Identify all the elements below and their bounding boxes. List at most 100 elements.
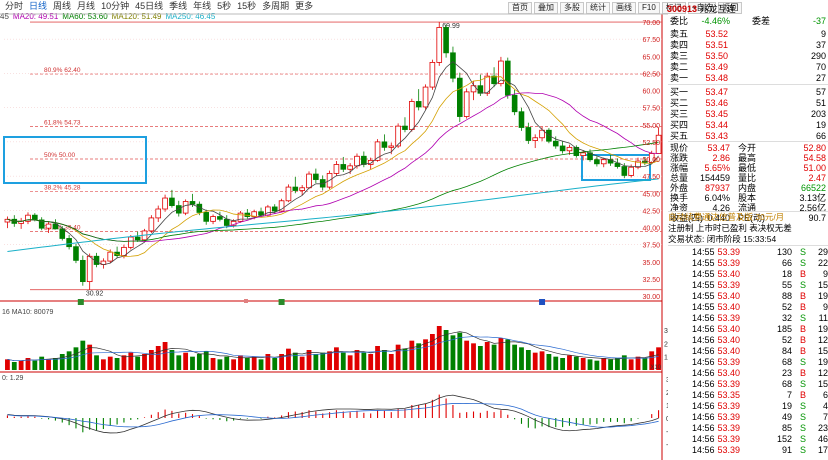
trade-status: 交易状态: 闭市阶段 15:33:54 (668, 234, 777, 244)
tick-cell: 6 (822, 390, 828, 400)
event-marker (244, 299, 248, 303)
info-text: 注册制 上市时已盈利 表决权无差 (668, 223, 792, 233)
volume-bar (340, 352, 346, 370)
volume-bar (258, 359, 264, 370)
tick-cell: S (800, 412, 807, 422)
tick-row: 14:56 53.39 91 S 17 (692, 445, 828, 456)
ma-line (7, 76, 659, 257)
volume-bar (477, 346, 483, 370)
bid-price: 53.46 (705, 98, 728, 108)
volume-bar (491, 344, 497, 370)
tick-cell: S (800, 423, 807, 433)
ask-price: 53.48 (705, 73, 728, 83)
price-tick: 70.00 (642, 20, 660, 27)
volume-ma10 (7, 336, 659, 362)
tick-row: 14:56 53.40 52 B 12 (692, 335, 828, 346)
ask-volume: 37 (815, 40, 826, 50)
volume-bar (66, 351, 72, 370)
promo-row: 自动续费通达信普及版 30元/月 (668, 212, 828, 223)
volume-bar (388, 354, 394, 370)
divider (668, 84, 828, 85)
tick-cell: B (800, 368, 807, 378)
candle (504, 60, 511, 96)
tick-cell: 15 (817, 379, 828, 389)
volume-bar (272, 358, 278, 370)
volume-bar (471, 343, 476, 370)
tick-cell: B (800, 390, 807, 400)
tick-cell: 53.39 (717, 247, 740, 257)
tick-cell: 52 (781, 302, 792, 312)
volume-bar (5, 359, 10, 370)
tick-cell: 53.39 (717, 379, 740, 389)
volume-bar (567, 355, 572, 370)
volume-bar (107, 356, 113, 370)
candle (182, 201, 189, 214)
event-marker (539, 299, 546, 305)
tick-cell: 68 (781, 357, 792, 367)
candle (354, 155, 360, 167)
tick-cell: S (800, 379, 807, 389)
tick-cell: 14:56 (692, 423, 715, 433)
low-label: 30.92 (86, 291, 104, 298)
tick-cell: 22 (817, 258, 828, 268)
volume-bar (382, 350, 387, 370)
tick-cell: 130 (776, 247, 792, 257)
tick-cell: 53.39 (717, 423, 740, 433)
tick-row: 14:55 53.40 52 B 9 (692, 302, 828, 313)
tick-cell: 53.40 (717, 346, 740, 356)
tick-cell: 91 (781, 445, 792, 455)
stock-code: 300913 (667, 4, 698, 14)
candle (532, 137, 538, 141)
volume-bar (395, 344, 401, 370)
tick-cell: 53.39 (717, 357, 740, 367)
volume-bar (53, 358, 58, 370)
tick-cell: B (800, 302, 807, 312)
volume-bar (628, 359, 634, 370)
candle (402, 125, 408, 130)
candle (80, 259, 86, 283)
volume-bar (512, 344, 518, 370)
tick-cell: 53.39 (717, 258, 740, 268)
candle (340, 164, 347, 170)
volume-bar (429, 334, 435, 370)
tick-cell: 53.40 (717, 269, 740, 279)
promo-link[interactable]: 自动续费通达信普及版 30元/月 (668, 212, 784, 223)
candle (518, 111, 525, 128)
tick-cell: S (800, 258, 807, 268)
tick-cell: 14:56 (692, 313, 715, 323)
volume-bar (142, 354, 147, 370)
macd-dif-line (7, 394, 659, 434)
volume-bar (94, 355, 99, 370)
weibi-label: 委比 (670, 16, 689, 26)
kline-chart[interactable]: 80.9% 62.40 61.8% 54.73 50% 50.00 38.2% 45.… (0, 0, 668, 460)
tick-cell: 14:56 (692, 401, 715, 411)
tick-cell: 66 (781, 258, 792, 268)
tick-cell: S (800, 357, 807, 367)
ask-label: 卖二 (670, 62, 689, 72)
info-row: 交易状态: 闭市阶段 15:33:54 (668, 234, 828, 245)
tick-cell: 84 (781, 346, 792, 356)
candle (32, 214, 38, 221)
event-marker (278, 299, 285, 305)
tick-cell: 9 (822, 302, 828, 312)
tick-cell: 53.40 (717, 324, 740, 334)
volume-bar (176, 355, 182, 370)
candle (409, 101, 415, 130)
tick-cell: 14:56 (692, 357, 715, 367)
price-tick: 37.50 (642, 243, 660, 250)
volume-bar (354, 350, 360, 370)
tick-row: 14:55 53.39 130 S 29 (692, 247, 828, 258)
tick-cell: 53.39 (717, 412, 740, 422)
volume-bar (505, 339, 511, 370)
candle (223, 218, 230, 226)
candle (189, 201, 196, 205)
tick-cell: B (800, 346, 807, 356)
volume-ma5 (7, 331, 659, 362)
ma250-line (7, 178, 659, 252)
tick-cell: 14:55 (692, 280, 715, 290)
tick-cell: 14:56 (692, 445, 715, 455)
tick-cell: S (800, 434, 807, 444)
ask-row: 卖三 53.50 290 (668, 51, 828, 62)
tick-cell: B (800, 269, 807, 279)
tick-cell: 14:55 (692, 269, 715, 279)
